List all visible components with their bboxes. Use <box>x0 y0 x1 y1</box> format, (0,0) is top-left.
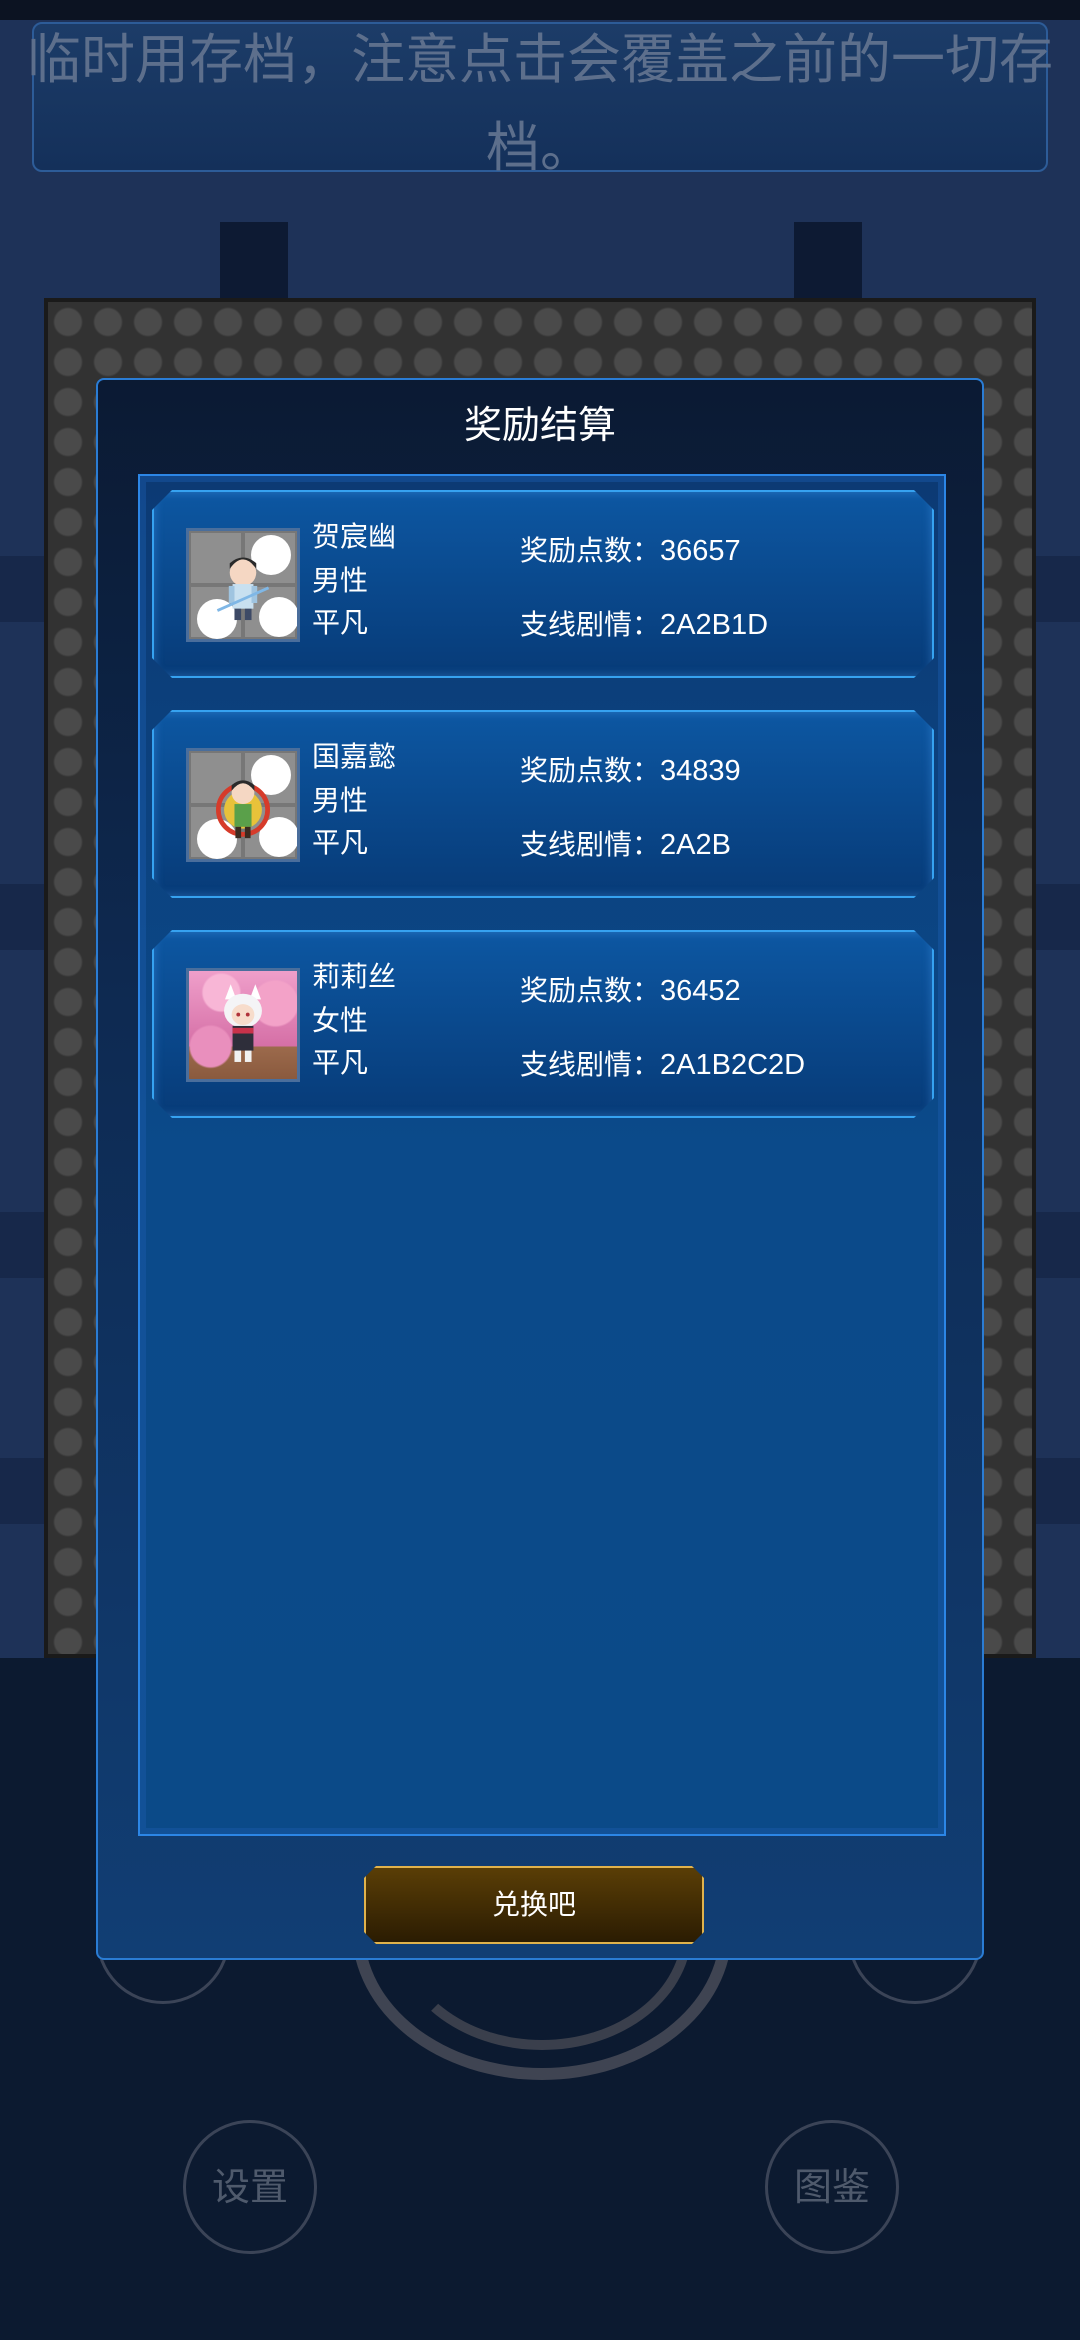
character-avatar <box>186 748 300 862</box>
branch-story-label: 支线剧情： <box>520 1048 661 1081</box>
character-avatar <box>186 528 300 642</box>
branch-story-label: 支线剧情： <box>520 608 661 641</box>
reward-points-value: 36452 <box>660 975 741 1007</box>
character-rank: 平凡 <box>312 1046 369 1079</box>
character-card[interactable]: 莉莉丝 女性 平凡 奖励点数：36452 支线剧情：2A1B2C2D <box>152 930 934 1118</box>
fox-girl-sprite-icon <box>224 984 262 1062</box>
settings-button[interactable]: 设置 <box>183 2120 317 2254</box>
reward-points-label: 奖励点数： <box>520 534 661 567</box>
character-avatar <box>186 968 300 1082</box>
codex-label: 图鉴 <box>793 2165 870 2209</box>
character-name: 贺宸幽 <box>312 520 397 553</box>
branch-story: 支线剧情：2A2B <box>520 828 731 862</box>
gate-pillar-right <box>794 222 862 302</box>
branch-story-value: 2A1B2C2D <box>660 1049 806 1081</box>
character-gender: 男性 <box>312 784 369 817</box>
reward-points-label: 奖励点数： <box>520 974 661 1007</box>
reward-points-value: 36657 <box>660 535 741 567</box>
reward-points-label: 奖励点数： <box>520 754 661 787</box>
branch-story-value: 2A2B1D <box>660 609 769 641</box>
reward-points: 奖励点数：34839 <box>520 754 741 788</box>
branch-story-label: 支线剧情： <box>520 828 661 861</box>
save-hint-line-1: 临时用存档，注意点击会覆盖之前的一切存 <box>27 28 1053 91</box>
branch-story: 支线剧情：2A2B1D <box>520 608 768 642</box>
save-hint-text: 临时用存档，注意点击会覆盖之前的一切存 档。 <box>0 16 1080 192</box>
reward-points: 奖励点数：36452 <box>520 974 741 1008</box>
branch-story-value: 2A2B <box>660 829 731 861</box>
monk-sprite-icon <box>216 780 270 839</box>
save-hint-line-2: 档。 <box>486 116 594 179</box>
character-list[interactable]: 贺宸幽 男性 平凡 奖励点数：36657 支线剧情：2A2B1D 国嘉懿 男性 … <box>138 474 946 1836</box>
character-rank: 平凡 <box>312 606 369 639</box>
exchange-button[interactable]: 兑换吧 <box>364 1866 704 1944</box>
character-gender: 男性 <box>312 564 369 597</box>
character-name: 莉莉丝 <box>312 960 397 993</box>
reward-settlement-dialog: 奖励结算 贺宸幽 男性 平凡 奖励点数：36657 支线剧情：2A2B1D 国嘉… <box>96 378 984 1960</box>
reward-points: 奖励点数：36657 <box>520 534 741 568</box>
dialog-title: 奖励结算 <box>463 403 616 447</box>
settings-label: 设置 <box>211 2165 288 2209</box>
character-card[interactable]: 国嘉懿 男性 平凡 奖励点数：34839 支线剧情：2A2B <box>152 710 934 898</box>
character-rank: 平凡 <box>312 826 369 859</box>
swordsman-sprite-icon <box>216 557 270 621</box>
character-card[interactable]: 贺宸幽 男性 平凡 奖励点数：36657 支线剧情：2A2B1D <box>152 490 934 678</box>
branch-story: 支线剧情：2A1B2C2D <box>520 1048 805 1082</box>
gate-pillar-left <box>220 222 288 302</box>
character-name: 国嘉懿 <box>312 740 397 773</box>
codex-button[interactable]: 图鉴 <box>765 2120 899 2254</box>
reward-points-value: 34839 <box>660 755 741 787</box>
character-gender: 女性 <box>312 1004 369 1037</box>
